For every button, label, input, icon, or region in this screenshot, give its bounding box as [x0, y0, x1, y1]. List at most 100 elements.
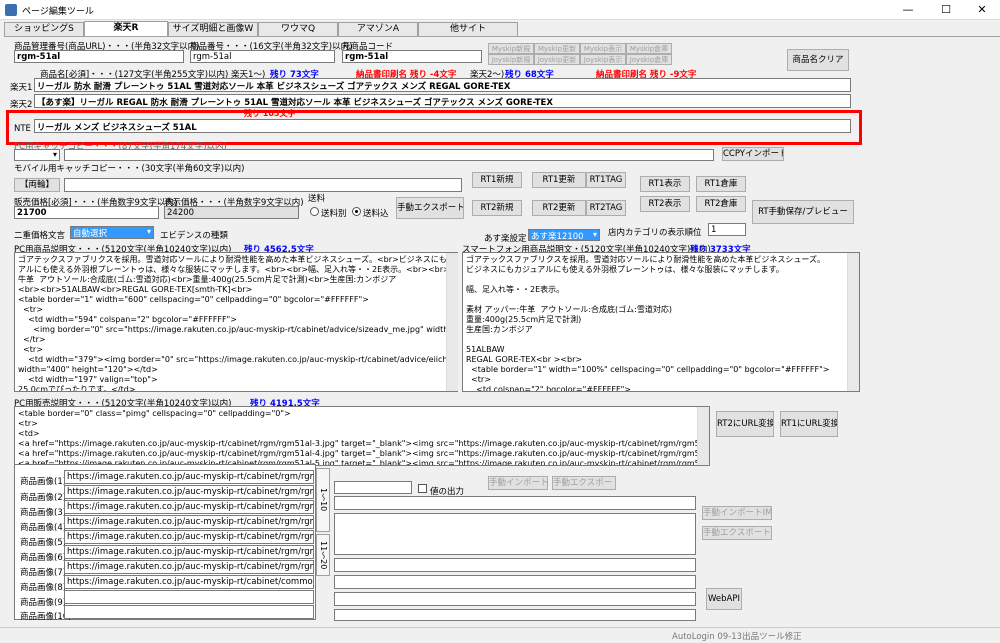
- myskip-new-button[interactable]: Myskip新規: [488, 43, 534, 54]
- image-url-input-5[interactable]: https://image.rakuten.co.jp/auc-myskip-r…: [64, 530, 314, 544]
- image-url-input-8[interactable]: https://image.rakuten.co.jp/auc-myskip-r…: [64, 575, 314, 589]
- image-extra-input-3[interactable]: [334, 575, 696, 589]
- ship-separate-label: 送料別: [321, 209, 347, 219]
- minimize-button[interactable]: —: [890, 0, 926, 20]
- rt1-update-button[interactable]: RT1更新: [532, 172, 586, 188]
- image-label-2: 商品画像(2): [20, 493, 67, 503]
- image-label-8: 商品画像(8): [20, 583, 67, 593]
- sale-desc-textarea[interactable]: <table border="0" class="pimg" cellspaci…: [14, 406, 710, 466]
- image-url-input-2[interactable]: https://image.rakuten.co.jp/auc-myskip-r…: [64, 485, 314, 499]
- image-label-1: 商品画像(1): [20, 477, 67, 487]
- window-title: ページ編集ツール: [22, 7, 94, 17]
- tab-size-images[interactable]: サイズ明細と画像W: [168, 22, 258, 36]
- tab-images-11-20[interactable]: 11〜20: [316, 534, 330, 576]
- sale-desc-scrollbar[interactable]: [697, 407, 709, 465]
- sell-price-input[interactable]: 21700: [14, 206, 159, 219]
- category-order-input[interactable]: 1: [708, 223, 746, 236]
- catch-select[interactable]: [14, 149, 60, 161]
- myskip-stock-button[interactable]: Myskip倉庫: [626, 43, 672, 54]
- product-number-input[interactable]: rgm-51al: [190, 50, 335, 63]
- image-url-input-6[interactable]: https://image.rakuten.co.jp/auc-myskip-r…: [64, 545, 314, 559]
- image-extra-input-1[interactable]: [334, 496, 696, 510]
- pc-catch-input[interactable]: [64, 149, 714, 161]
- rt1-stock-button[interactable]: RT1倉庫: [696, 176, 746, 192]
- dual-price-select[interactable]: 自動選択: [70, 226, 154, 239]
- rt2-stock-button[interactable]: RT2倉庫: [696, 196, 746, 212]
- rt2-update-button[interactable]: RT2更新: [532, 200, 586, 216]
- evidence-label: エビデンスの種類: [160, 231, 228, 241]
- rt2-show-button[interactable]: RT2表示: [640, 196, 690, 212]
- image-extra-input-2[interactable]: [334, 558, 696, 572]
- tab-amazon[interactable]: アマゾンA: [338, 22, 418, 36]
- output-value-input[interactable]: [334, 481, 412, 494]
- dual-price-label: 二重価格文言: [14, 231, 66, 241]
- image-url-input-10[interactable]: [64, 605, 314, 619]
- mobile-catch-button[interactable]: 【両輪】: [14, 178, 60, 192]
- image-url-input-4[interactable]: https://image.rakuten.co.jp/auc-myskip-r…: [64, 515, 314, 529]
- tab-other-sites[interactable]: 他サイト: [418, 22, 518, 36]
- mobile-catch-label: モバイル用キャッチコピー・・・(30文字(半角60文字)以内): [14, 164, 245, 174]
- rt1-show-button[interactable]: RT1表示: [640, 176, 690, 192]
- tab-images-1-10[interactable]: 1〜10: [316, 468, 330, 532]
- mobile-catch-input[interactable]: [64, 178, 462, 192]
- output-checkbox[interactable]: [418, 484, 427, 493]
- rt2-tag-button[interactable]: RT2TAG: [586, 200, 626, 216]
- webapi-button[interactable]: WebAPI: [706, 588, 742, 610]
- myskip-show-button[interactable]: Myskip表示: [580, 43, 626, 54]
- original-code-input[interactable]: rgm-51al: [342, 50, 482, 63]
- nte-name-input[interactable]: リーガル メンズ ビジネスシューズ 51AL: [34, 119, 851, 133]
- joyskip-new-button[interactable]: Joyskip新規: [488, 54, 534, 65]
- manual-export-im-button[interactable]: 手動エクスポートIM: [702, 526, 772, 540]
- nte-remaining: 残り 105文字: [244, 109, 296, 118]
- image-url-input-9[interactable]: [64, 590, 314, 604]
- image-label-3: 商品画像(3): [20, 508, 67, 518]
- pc-desc-textarea[interactable]: ゴアテックスファブリクスを採用。雪道対応ソールにより耐滑性能を高めた本革ビジネス…: [14, 252, 458, 392]
- nte-label: NTE: [14, 124, 31, 134]
- image-url-input-7[interactable]: https://image.rakuten.co.jp/auc-myskip-r…: [64, 560, 314, 574]
- rakuten2-name-label: 楽天2: [10, 100, 33, 110]
- image-extra-input-5[interactable]: [334, 609, 696, 621]
- rakuten1-name-input[interactable]: リーガル 防水 耐滑 プレーントゥ 51AL 雪道対応ソール 本革 ビジネスシュ…: [34, 78, 851, 92]
- ship-included-radio[interactable]: [352, 207, 361, 216]
- myskip-update-button[interactable]: Myskip更新: [534, 43, 580, 54]
- rt2-new-button[interactable]: RT2新規: [472, 200, 522, 216]
- joyskip-update-button[interactable]: Joyskip更新: [534, 54, 580, 65]
- rt2-url-convert-button[interactable]: RT2にURL変換: [716, 411, 774, 437]
- rt-preview-button[interactable]: RT手動保存/プレビュー: [752, 200, 854, 224]
- tab-shopping[interactable]: ショッピングS: [4, 22, 84, 36]
- manual-export-button[interactable]: 手動エクスポート: [396, 197, 464, 219]
- display-price-input[interactable]: 24200: [164, 206, 299, 219]
- close-button[interactable]: ✕: [964, 0, 1000, 20]
- tab-rakuten[interactable]: 楽天R: [84, 21, 168, 37]
- rt1-url-convert-button[interactable]: RT1にURL変換: [780, 411, 838, 437]
- image-url-input-3[interactable]: https://image.rakuten.co.jp/auc-myskip-r…: [64, 500, 314, 514]
- image-label-4: 商品画像(4): [20, 523, 67, 533]
- rakuten2-name-input[interactable]: 【あす楽】リーガル REGAL 防水 耐滑 プレーントゥ 51AL 雪道対応ソー…: [34, 94, 851, 108]
- pc-desc-scrollbar[interactable]: [446, 253, 458, 391]
- joyskip-stock-button[interactable]: Joyskip倉庫: [626, 54, 672, 65]
- image-extra-input-4[interactable]: [334, 592, 696, 606]
- sp-desc-textarea[interactable]: ゴアテックスファブリクスを採用。雪道対応ソールにより耐滑性能を高めた本革ビジネス…: [462, 252, 860, 392]
- title-bar: ページ編集ツール — ☐ ✕: [0, 0, 1000, 20]
- rt1-tag-button[interactable]: RT1TAG: [586, 172, 626, 188]
- ccpy-import-button[interactable]: CCPYインポート: [722, 147, 784, 161]
- manual-import-button[interactable]: 手動インポート: [488, 476, 548, 490]
- ship-separate-radio[interactable]: [310, 207, 319, 216]
- image-extra-textarea[interactable]: [334, 513, 696, 555]
- joyskip-show-button[interactable]: Joyskip表示: [580, 54, 626, 65]
- asuraku-select[interactable]: あす楽12100: [528, 229, 600, 242]
- status-text: AutoLogin 09-13出品ツール修正: [672, 632, 802, 642]
- shipping-label: 送料: [308, 194, 326, 204]
- mgmt-number-input[interactable]: rgm-51al: [14, 50, 184, 63]
- sp-desc-scrollbar[interactable]: [847, 253, 859, 391]
- tab-wowma[interactable]: ワウマQ: [258, 22, 338, 36]
- image-url-input-1[interactable]: https://image.rakuten.co.jp/auc-myskip-r…: [64, 470, 314, 484]
- manual-import-im-button[interactable]: 手動インポートIM: [702, 506, 772, 520]
- image-label-5: 商品画像(5): [20, 538, 67, 548]
- clear-name-button[interactable]: 商品名クリア: [787, 49, 849, 71]
- rt1-new-button[interactable]: RT1新規: [472, 172, 522, 188]
- category-order-label: 店内カテゴリの表示順位: [608, 228, 702, 238]
- image-label-6: 商品画像(6): [20, 553, 67, 563]
- manual-export-images-button[interactable]: 手動エクスポート: [552, 476, 616, 490]
- maximize-button[interactable]: ☐: [928, 0, 964, 20]
